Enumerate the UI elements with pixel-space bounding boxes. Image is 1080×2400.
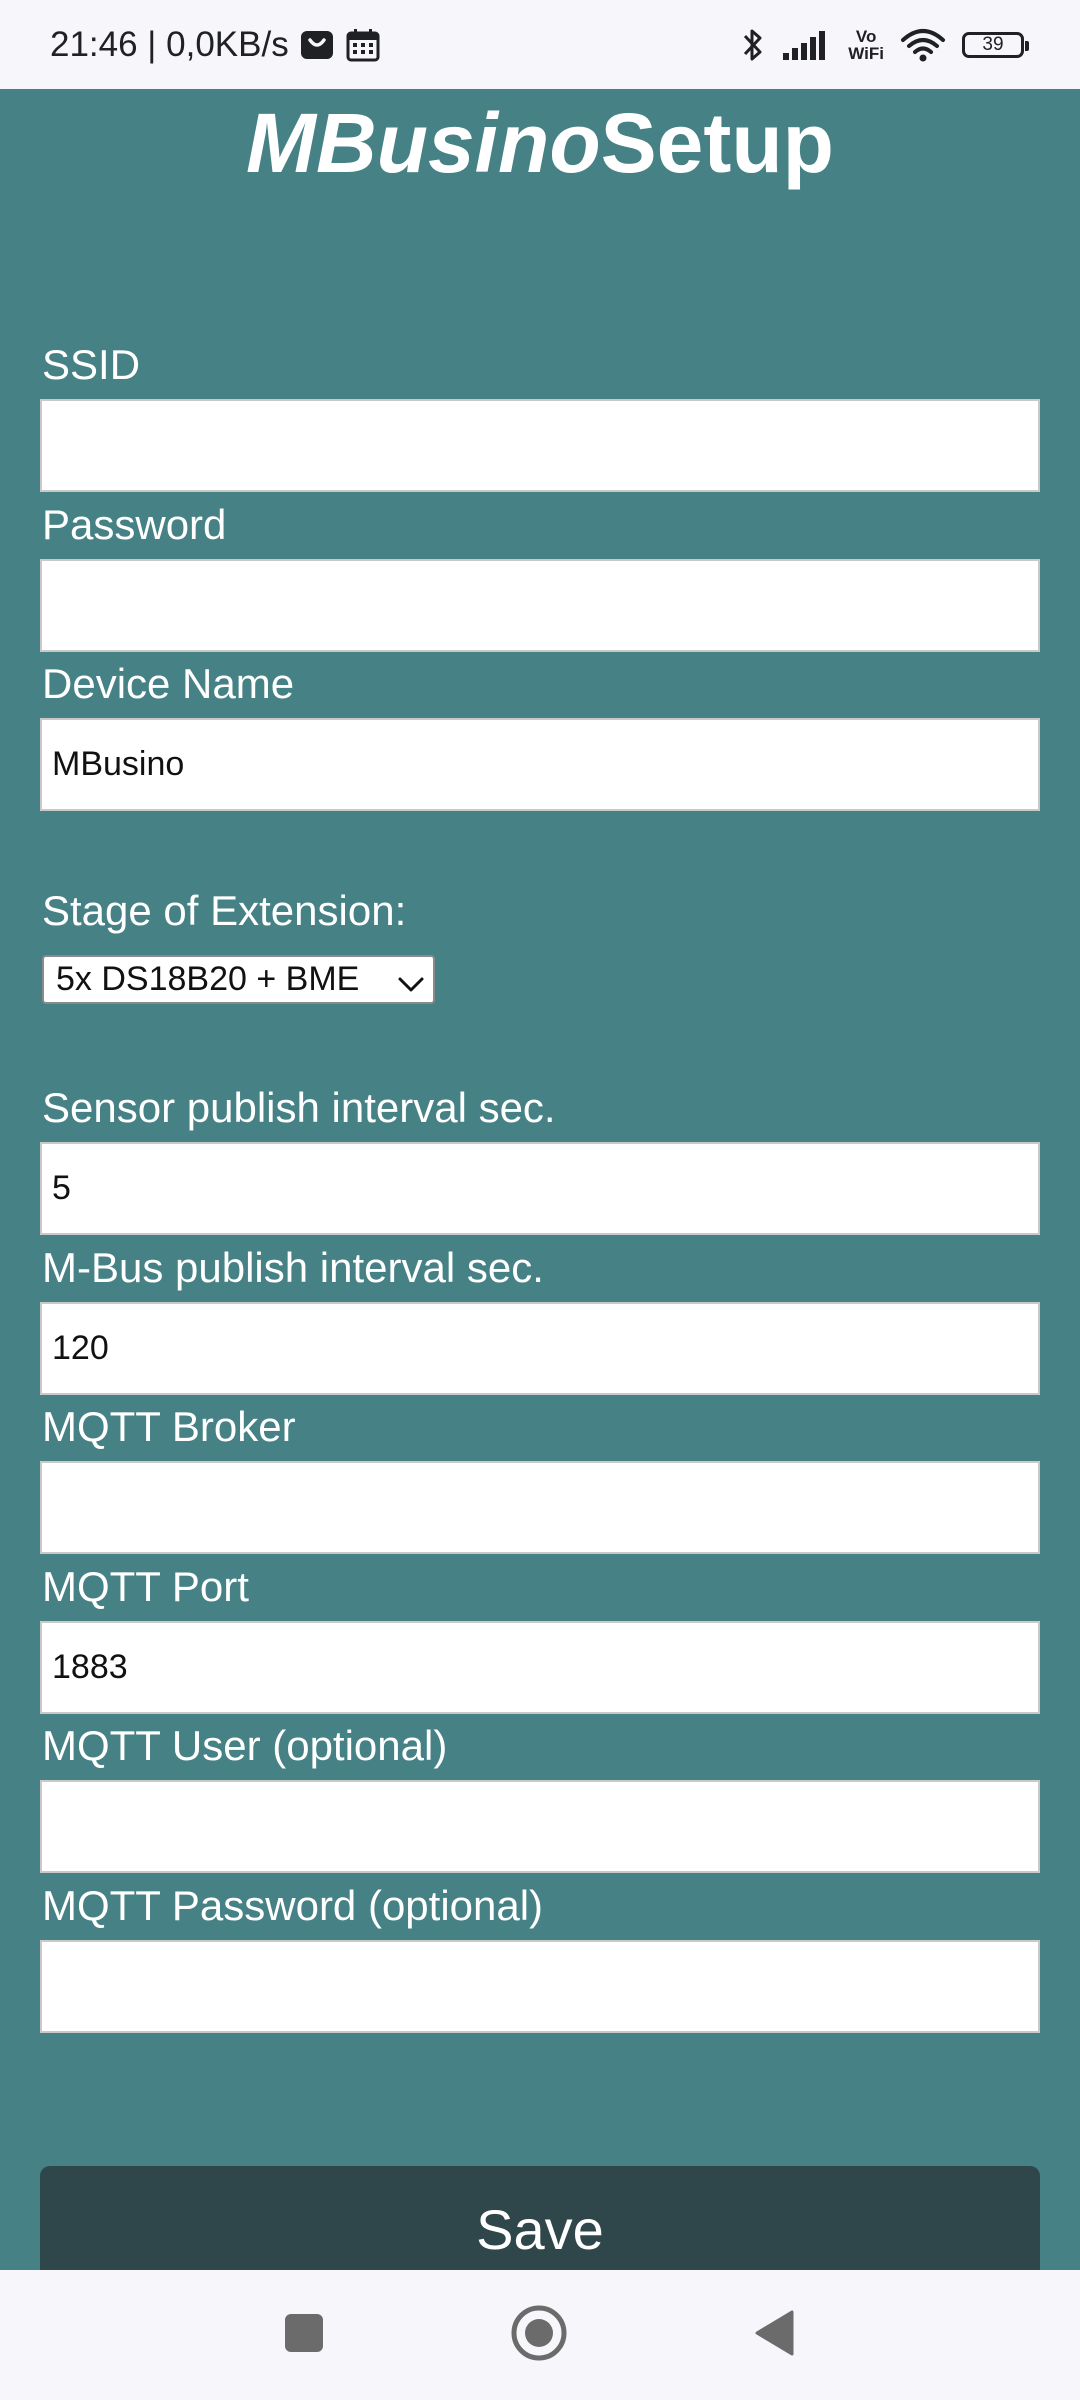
back-icon — [754, 2310, 794, 2361]
ssid-label: SSID — [42, 341, 141, 388]
recents-icon — [284, 2313, 324, 2358]
status-time-speed: 21:46 | 0,0KB/s — [50, 24, 289, 64]
signal-icon — [782, 29, 832, 61]
navigation-bar — [0, 2270, 1080, 2400]
password-label: Password — [42, 501, 227, 548]
mbus-interval-input[interactable] — [40, 1302, 1040, 1395]
battery-icon: 39 — [962, 31, 1029, 58]
shop-bag-icon — [299, 27, 335, 63]
stage-of-extension-value: 5x DS18B20 + BME — [56, 960, 360, 998]
mqtt-user-input[interactable] — [40, 1780, 1040, 1873]
home-icon — [510, 2304, 568, 2367]
sensor-interval-label: Sensor publish interval sec. — [42, 1084, 556, 1131]
vowifi-wifi: WiFi — [848, 43, 884, 63]
bluetooth-icon — [740, 26, 766, 64]
page-title-bold: Setup — [600, 96, 834, 190]
home-button[interactable] — [489, 2270, 589, 2400]
status-right: Vo WiFi 39 — [724, 0, 1029, 89]
mqtt-port-input[interactable] — [40, 1621, 1040, 1714]
mbus-interval-label: M-Bus publish interval sec. — [42, 1244, 544, 1291]
mqtt-user-label: MQTT User (optional) — [42, 1722, 448, 1769]
device-name-label: Device Name — [42, 660, 295, 707]
page-title-italic: MBusino — [246, 96, 601, 190]
mqtt-broker-input[interactable] — [40, 1461, 1040, 1554]
status-bar: 21:46 | 0,0KB/s Vo WiFi 39 — [0, 0, 1080, 89]
mqtt-password-input[interactable] — [40, 1940, 1040, 2033]
calendar-icon — [345, 27, 381, 63]
recents-button[interactable] — [254, 2270, 354, 2400]
battery-level: 39 — [962, 31, 1029, 58]
password-input[interactable] — [40, 559, 1040, 652]
mqtt-port-label: MQTT Port — [42, 1563, 249, 1610]
chevron-down-icon — [397, 967, 425, 1006]
stage-of-extension-label: Stage of Extension: — [42, 887, 407, 934]
sensor-interval-input[interactable] — [40, 1142, 1040, 1235]
mqtt-broker-label: MQTT Broker — [42, 1403, 296, 1450]
vowifi-vo: Vo — [855, 26, 877, 46]
ssid-input[interactable] — [40, 399, 1040, 492]
mqtt-password-label: MQTT Password (optional) — [42, 1882, 544, 1929]
setup-page: MBusinoSetup SSID Password Device Name S… — [0, 89, 1080, 2270]
vowifi-indicator: Vo WiFi — [848, 28, 884, 62]
back-button[interactable] — [724, 2270, 824, 2400]
status-left: 21:46 | 0,0KB/s — [50, 0, 381, 89]
save-button[interactable]: Save — [40, 2166, 1040, 2270]
device-name-input[interactable] — [40, 718, 1040, 811]
stage-of-extension-select[interactable]: 5x DS18B20 + BME — [42, 955, 435, 1004]
page-title: MBusinoSetup — [0, 89, 1080, 197]
wifi-icon — [900, 28, 946, 62]
